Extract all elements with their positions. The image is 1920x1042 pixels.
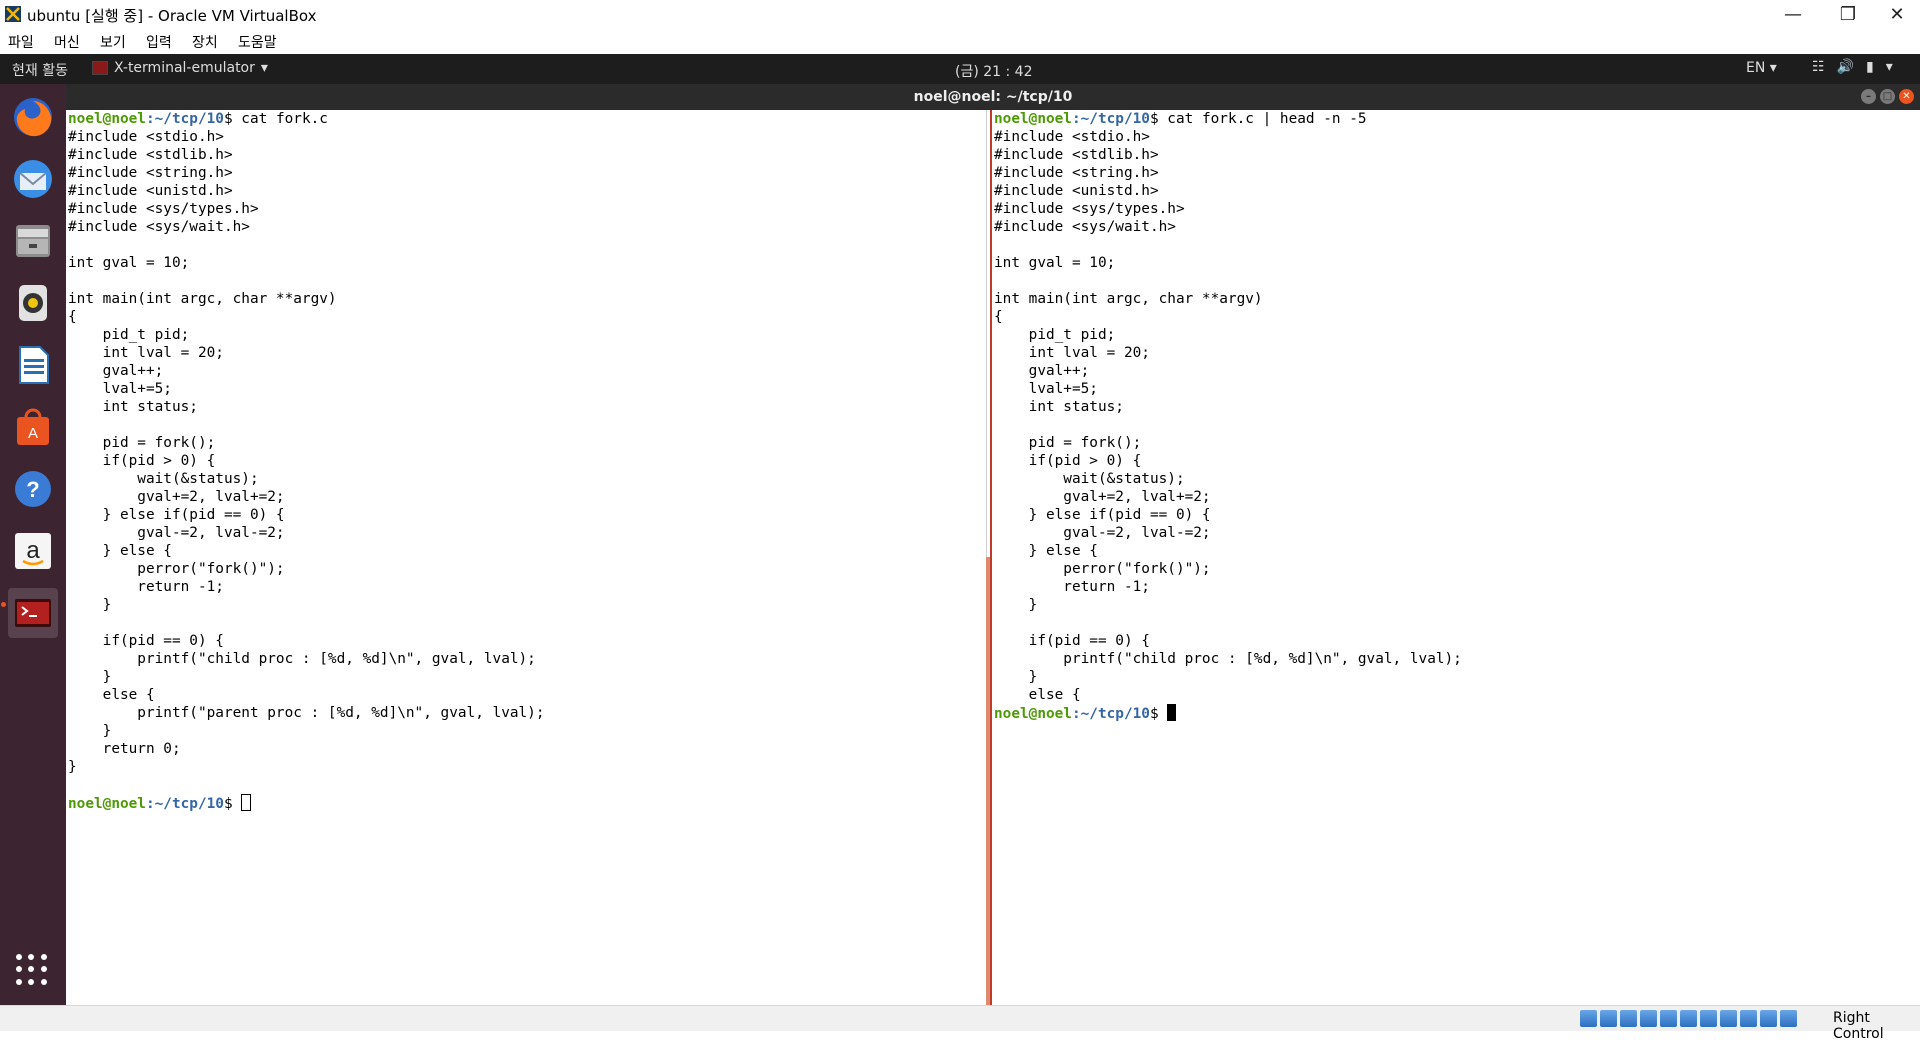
dock-item-terminal[interactable] xyxy=(8,588,58,638)
prompt-path: :~/tcp/10 xyxy=(145,111,224,127)
menu-view[interactable]: 보기 xyxy=(100,32,126,52)
system-tray[interactable]: ☷ 🔊 ▮ ▾ xyxy=(1812,59,1893,75)
dock-item-help[interactable]: ? xyxy=(8,464,58,514)
minimize-button[interactable]: — xyxy=(1770,0,1816,29)
virtualization-icon[interactable] xyxy=(1740,1010,1757,1027)
dock-item-amazon[interactable]: a xyxy=(8,526,58,576)
prompt-symbol: $ xyxy=(223,796,242,812)
terminal-command: cat fork.c xyxy=(241,111,328,127)
network-icon: ☷ xyxy=(1812,59,1825,75)
pane-divider[interactable] xyxy=(984,110,992,1005)
terminal-icon xyxy=(92,61,108,75)
dock-item-firefox[interactable] xyxy=(8,92,58,142)
libreoffice-writer-icon xyxy=(19,346,49,384)
prompt-symbol: $ xyxy=(1149,111,1168,127)
terminal-pane-left[interactable]: noel@noel:~/tcp/10$ cat fork.c #include … xyxy=(66,110,984,1005)
show-applications-icon[interactable] xyxy=(16,954,48,986)
prompt-symbol: $ xyxy=(223,111,242,127)
ubuntu-top-bar: 현재 활동 X-terminal-emulator ▾ (금) 21 : 42 … xyxy=(0,54,1920,84)
menu-help[interactable]: 도움말 xyxy=(238,32,277,52)
software-center-icon: A xyxy=(17,408,49,445)
running-indicator xyxy=(1,602,6,607)
prompt-user: noel@noel xyxy=(994,111,1072,127)
help-icon: ? xyxy=(15,471,51,507)
thunderbird-icon xyxy=(14,160,52,198)
video-capture-icon[interactable] xyxy=(1720,1010,1737,1027)
optical-drive-icon[interactable] xyxy=(1600,1010,1617,1027)
terminal-command: cat fork.c | head -n -5 xyxy=(1167,111,1367,127)
host-menubar: 파일 머신 보기 입력 장치 도움말 xyxy=(0,29,1920,54)
restore-button[interactable]: ❐ xyxy=(1825,0,1871,29)
host-window-titlebar: ubuntu [실행 중] - Oracle VM VirtualBox — ❐… xyxy=(0,0,1920,29)
network-adapter-icon[interactable] xyxy=(1640,1010,1657,1027)
hard-disk-icon[interactable] xyxy=(1580,1010,1597,1027)
rhythmbox-icon xyxy=(19,285,47,321)
terminal-cursor xyxy=(1167,704,1177,721)
svg-text:a: a xyxy=(26,537,40,564)
close-button[interactable]: ✕ xyxy=(1874,0,1920,29)
dock-item-rhythmbox[interactable] xyxy=(8,278,58,328)
menu-input[interactable]: 입력 xyxy=(146,32,172,52)
svg-text:?: ? xyxy=(26,477,39,502)
battery-icon: ▮ xyxy=(1866,59,1874,75)
terminal-output: #include <stdio.h> #include <stdlib.h> #… xyxy=(994,129,1462,703)
display-icon[interactable] xyxy=(1700,1010,1717,1027)
mouse-integration-icon[interactable] xyxy=(1780,1010,1797,1027)
amazon-icon: a xyxy=(15,533,51,569)
terminal-cursor xyxy=(241,794,252,811)
prompt-path: :~/tcp/10 xyxy=(145,796,224,812)
dock-item-writer[interactable] xyxy=(8,340,58,390)
terminal-pane-right[interactable]: noel@noel:~/tcp/10$ cat fork.c | head -n… xyxy=(992,110,1920,1005)
terminal-title: noel@noel: ~/tcp/10 xyxy=(913,89,1073,105)
shared-folders-icon[interactable] xyxy=(1680,1010,1697,1027)
terminal-icon xyxy=(15,599,51,627)
terminal-titlebar: noel@noel: ~/tcp/10 – □ ✕ xyxy=(66,84,1920,110)
terminal-close-button[interactable]: ✕ xyxy=(1899,89,1914,104)
app-menu[interactable]: X-terminal-emulator ▾ xyxy=(92,60,268,76)
chevron-down-icon: ▾ xyxy=(260,60,268,76)
volume-icon: 🔊 xyxy=(1836,59,1854,75)
dock-item-thunderbird[interactable] xyxy=(8,154,58,204)
prompt-user: noel@noel xyxy=(68,111,146,127)
prompt-user: noel@noel xyxy=(994,706,1072,722)
ubuntu-dock: A ? a xyxy=(0,84,66,1005)
host-key-label: Right Control xyxy=(1833,1010,1884,1042)
prompt-symbol: $ xyxy=(1149,706,1168,722)
prompt-path: :~/tcp/10 xyxy=(1071,706,1150,722)
clock[interactable]: (금) 21 : 42 xyxy=(955,61,1033,81)
dock-item-software[interactable]: A xyxy=(8,402,58,452)
menu-devices[interactable]: 장치 xyxy=(192,32,218,52)
terminal-output: #include <stdio.h> #include <stdlib.h> #… xyxy=(68,129,545,775)
input-language[interactable]: EN ▾ xyxy=(1746,60,1777,76)
usb-icon[interactable] xyxy=(1660,1010,1677,1027)
guest-additions-icon[interactable] xyxy=(1760,1010,1777,1027)
app-menu-label: X-terminal-emulator xyxy=(114,60,255,76)
chevron-down-icon: ▾ xyxy=(1885,59,1893,75)
activities-button[interactable]: 현재 활동 xyxy=(12,60,68,80)
prompt-path: :~/tcp/10 xyxy=(1071,111,1150,127)
audio-icon[interactable] xyxy=(1620,1010,1637,1027)
terminal-maximize-button[interactable]: □ xyxy=(1880,89,1895,104)
firefox-icon xyxy=(14,98,52,137)
menu-machine[interactable]: 머신 xyxy=(54,32,80,52)
terminal-minimize-button[interactable]: – xyxy=(1861,89,1876,104)
dock-item-files[interactable] xyxy=(8,216,58,266)
svg-text:A: A xyxy=(28,425,38,442)
menu-file[interactable]: 파일 xyxy=(8,32,34,52)
window-title: ubuntu [실행 중] - Oracle VM VirtualBox xyxy=(27,7,317,25)
input-language-label: EN xyxy=(1746,60,1766,76)
virtualbox-statusbar: Right Control xyxy=(0,1005,1920,1042)
virtualbox-icon xyxy=(5,6,21,22)
files-icon xyxy=(16,225,50,257)
prompt-user: noel@noel xyxy=(68,796,146,812)
